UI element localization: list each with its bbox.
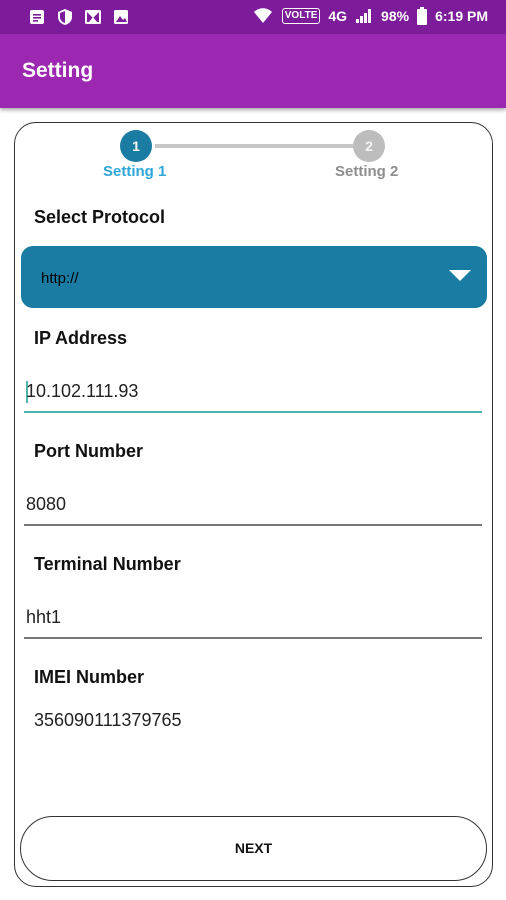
ip-address-underline: [24, 411, 482, 413]
ip-address-input[interactable]: 10.102.111.93: [24, 373, 482, 413]
terminal-number-input[interactable]: hht1: [24, 599, 482, 639]
terminal-number-value: hht1: [26, 607, 62, 627]
network-type: 4G: [328, 8, 348, 24]
notification-icons: [28, 8, 130, 26]
step-1-indicator[interactable]: 1: [120, 130, 152, 162]
signal-icon: [356, 9, 372, 23]
system-indicators: VOLTE 4G 98% 6:19 PM: [252, 7, 488, 25]
terminal-number-label: Terminal Number: [34, 554, 181, 574]
battery-percent: 98%: [381, 8, 410, 24]
protocol-selected-value: http://: [41, 270, 79, 287]
protocol-dropdown[interactable]: http://: [21, 246, 487, 308]
port-number-value: 8080: [26, 494, 67, 514]
step-2-label: Setting 2: [335, 163, 399, 180]
clock: 6:19 PM: [435, 8, 488, 24]
volte-badge: VOLTE: [281, 8, 321, 24]
stepper-connector: [155, 144, 370, 148]
port-number-underline: [24, 524, 482, 526]
app-bar: Setting: [0, 34, 506, 108]
image-icon: [114, 10, 128, 24]
terminal-number-underline: [24, 637, 482, 639]
step-1-label: Setting 1: [103, 163, 167, 180]
imei-value: 356090111379765: [34, 710, 182, 730]
port-number-label: Port Number: [34, 441, 144, 461]
shield-icon: [58, 9, 72, 25]
port-number-input[interactable]: 8080: [24, 486, 482, 526]
next-button[interactable]: NEXT: [20, 816, 487, 881]
ip-address-value: 10.102.111.93: [26, 381, 139, 401]
wifi-icon: [253, 8, 272, 23]
ip-address-label: IP Address: [34, 328, 128, 348]
message-icon: [30, 10, 44, 24]
dropdown-arrow-icon: [449, 270, 471, 281]
step-2-indicator[interactable]: 2: [353, 130, 385, 162]
gallery-icon: [85, 10, 101, 24]
page-title: Setting: [22, 59, 94, 82]
protocol-label: Select Protocol: [34, 207, 166, 227]
imei-label: IMEI Number: [34, 667, 145, 687]
status-bar: VOLTE 4G 98% 6:19 PM: [0, 0, 506, 34]
battery-icon: [417, 7, 428, 25]
